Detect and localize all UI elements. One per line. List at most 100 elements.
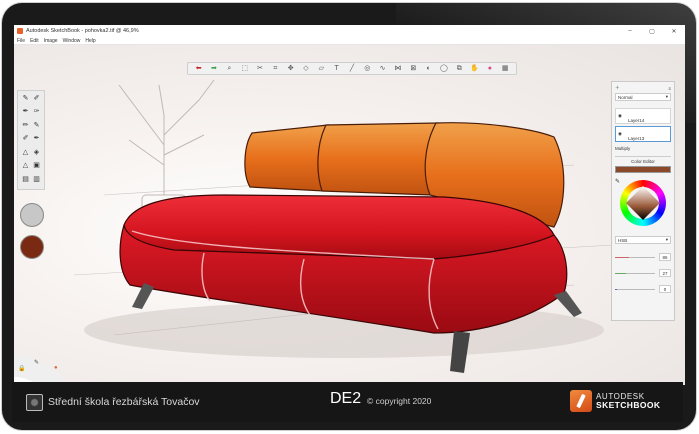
- brush-ink[interactable]: ✒: [21, 107, 30, 118]
- brush-texture[interactable]: ▤: [21, 175, 30, 186]
- brush-palette: ✎ ✐ ✒ ✑ ✏ ✎ ✐ ✒ △ ◈ △ ▣ ▤ ▥: [17, 90, 45, 190]
- menu-bar: File Edit Image Window Help: [14, 37, 685, 45]
- layer-name: Layer13: [628, 136, 645, 141]
- copy-icon[interactable]: ⧉: [455, 64, 464, 73]
- sketchbook-logo-icon: [570, 390, 592, 412]
- color-mode-value: HSB: [618, 237, 628, 243]
- hue-slider[interactable]: 86: [615, 252, 671, 262]
- brand-line-sketchbook: SKETCHBOOK: [596, 400, 661, 410]
- layer-row-13[interactable]: ◉ Layer13: [615, 126, 671, 142]
- back-cushion-left: [244, 124, 330, 192]
- brush-pencil[interactable]: ✎: [21, 94, 30, 105]
- sofa-artwork: [73, 79, 615, 373]
- perspective-icon[interactable]: ▱: [317, 64, 326, 73]
- slider-fill: [615, 273, 626, 274]
- lasso-icon[interactable]: ✂: [255, 64, 264, 73]
- maximize-button[interactable]: ▢: [641, 25, 663, 37]
- eye-icon[interactable]: ◉: [618, 113, 622, 119]
- menu-file[interactable]: File: [17, 38, 25, 44]
- shape-icon[interactable]: ◯: [439, 64, 448, 73]
- brand-text: AUTODESK SKETCHBOOK: [596, 392, 660, 410]
- add-layer-icon[interactable]: ＋: [615, 85, 620, 91]
- layers-color-panel: ＋ ≡ Normal ▾ ◉ Layer14 ◉ Layer13 Multipl…: [611, 81, 675, 321]
- slider-track: [615, 289, 655, 290]
- color-mode-select[interactable]: HSB ▾: [615, 236, 671, 244]
- seat-top: [123, 194, 555, 260]
- saturation-value[interactable]: 27: [659, 269, 671, 277]
- back-cushion-middle: [317, 122, 440, 196]
- brush-eraser[interactable]: ▣: [32, 161, 41, 172]
- layer-row-14[interactable]: ◉ Layer14: [615, 108, 671, 124]
- puck-color-top[interactable]: [20, 203, 44, 227]
- brush-pen[interactable]: ✐: [32, 94, 41, 105]
- footer-banner: Střední škola řezbářská Tovačov DE2 © co…: [12, 382, 683, 422]
- menu-window[interactable]: Window: [63, 38, 81, 44]
- lock-icon[interactable]: 🔒: [18, 365, 25, 372]
- app-screen: Autodesk SketchBook - pohovka2.tif @ 46,…: [14, 25, 685, 385]
- crop-icon[interactable]: ⌗: [271, 64, 280, 73]
- sofa-leg-left: [132, 283, 154, 309]
- drawing-canvas[interactable]: ⬅ ➡ ⌕ ⬚ ✂ ⌗ ✥ ◇ ▱ T ╱ ◎ ∿ ⋈ ⊠ ◐ ◯ ⧉ ✋ ●: [14, 45, 685, 385]
- sofa-leg-right: [554, 291, 582, 317]
- brightness-slider[interactable]: 0: [615, 284, 671, 294]
- menu-image[interactable]: Image: [44, 38, 58, 44]
- blend-mode-select[interactable]: Normal ▾: [615, 93, 671, 101]
- de2-label: DE2: [330, 390, 362, 407]
- ellipse-icon[interactable]: ◎: [363, 64, 372, 73]
- brush-stamp[interactable]: ▥: [32, 175, 41, 186]
- brush-airbrush[interactable]: △: [21, 148, 30, 159]
- brush-icon[interactable]: ✎: [34, 359, 39, 366]
- select-icon[interactable]: ⬚: [240, 64, 249, 73]
- undo-icon[interactable]: ⬅: [194, 64, 203, 73]
- app-icon: [17, 28, 23, 34]
- brightness-value[interactable]: 0: [659, 285, 671, 293]
- school-credit: Střední škola řezbářská Tovačov: [26, 392, 200, 412]
- layer-name: Layer14: [628, 118, 645, 123]
- fill-icon[interactable]: ◐: [424, 64, 433, 73]
- brush-marker[interactable]: ✏: [21, 121, 30, 132]
- transform-icon[interactable]: ✥: [286, 64, 295, 73]
- slider-fill: [615, 289, 617, 290]
- puck-color-bottom[interactable]: [20, 235, 44, 259]
- symmetry-icon[interactable]: ⋈: [393, 64, 402, 73]
- text-icon[interactable]: T: [332, 64, 341, 73]
- window-title: Autodesk SketchBook - pohovka2.tif @ 46,…: [26, 28, 139, 34]
- redo-icon[interactable]: ➡: [209, 64, 218, 73]
- brush-library-icon[interactable]: ✋: [470, 64, 479, 73]
- eyedropper-icon[interactable]: ✎: [615, 178, 620, 185]
- brush-smear[interactable]: ◈: [32, 148, 41, 159]
- autodesk-sketchbook-logo: AUTODESK SKETCHBOOK: [570, 390, 660, 412]
- eye-icon[interactable]: ◉: [618, 131, 622, 137]
- minimize-button[interactable]: –: [619, 25, 641, 37]
- ruler-icon[interactable]: ╱: [347, 64, 356, 73]
- distort-icon[interactable]: ◇: [301, 64, 310, 73]
- color-editor-header: Color Editor: [615, 156, 671, 164]
- menu-help[interactable]: Help: [85, 38, 95, 44]
- brush-chisel[interactable]: ✐: [21, 134, 30, 145]
- brush-calligraphy[interactable]: ✒: [32, 134, 41, 145]
- close-button[interactable]: ✕: [663, 25, 685, 37]
- perspective-grid-icon[interactable]: ⊠: [409, 64, 418, 73]
- color-icon[interactable]: ●: [54, 365, 58, 371]
- zoom-icon[interactable]: ⌕: [225, 64, 234, 73]
- title-bar: Autodesk SketchBook - pohovka2.tif @ 46,…: [14, 25, 685, 37]
- monitor-frame: Autodesk SketchBook - pohovka2.tif @ 46,…: [2, 3, 696, 430]
- menu-edit[interactable]: Edit: [30, 38, 39, 44]
- layer-panel-header: ＋ ≡: [615, 85, 671, 91]
- multiply-row[interactable]: Multiply: [615, 146, 671, 151]
- school-crest-icon: [26, 393, 43, 411]
- slider-fill: [615, 257, 629, 258]
- blend-mode-value: Normal: [618, 94, 633, 100]
- french-curve-icon[interactable]: ∿: [378, 64, 387, 73]
- color-wheel[interactable]: [620, 180, 666, 226]
- chevron-down-icon: ▾: [665, 237, 668, 242]
- layer-menu-icon[interactable]: ≡: [668, 86, 671, 91]
- saturation-slider[interactable]: 27: [615, 268, 671, 278]
- brush-blur[interactable]: △: [21, 161, 30, 172]
- color-wheel-icon[interactable]: ●: [485, 64, 494, 73]
- school-name: Střední škola řezbářská Tovačov: [48, 396, 200, 408]
- hue-value[interactable]: 86: [659, 253, 671, 261]
- brush-ballpoint[interactable]: ✑: [32, 107, 41, 118]
- brush-felt[interactable]: ✎: [32, 121, 41, 132]
- layers-icon[interactable]: ▦: [501, 64, 510, 73]
